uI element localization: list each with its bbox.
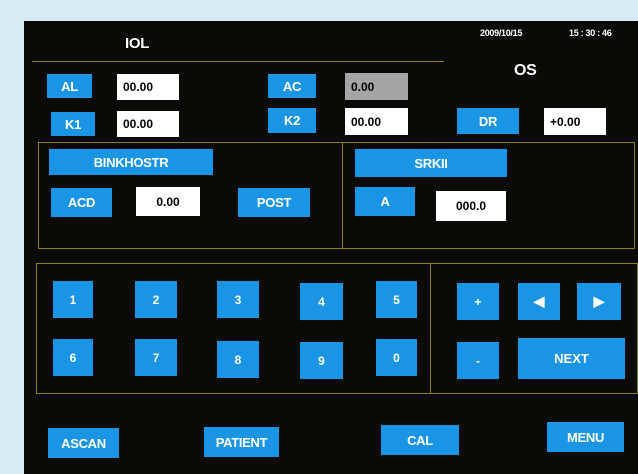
key-8[interactable]: 8: [217, 341, 259, 378]
ascan-button[interactable]: ASCAN: [48, 428, 119, 458]
ac-button[interactable]: AC: [268, 74, 316, 98]
formula-left-button[interactable]: BINKHOSTR: [49, 149, 213, 175]
k1-button[interactable]: K1: [51, 112, 95, 136]
al-field[interactable]: 00.00: [117, 74, 179, 100]
key-5[interactable]: 5: [376, 281, 417, 318]
plus-button[interactable]: +: [457, 283, 499, 320]
acd-field[interactable]: 0.00: [136, 187, 200, 216]
a-button[interactable]: A: [355, 187, 415, 216]
dr-button[interactable]: DR: [457, 108, 519, 134]
k2-button[interactable]: K2: [268, 108, 316, 133]
iol-screen: IOL 2009/10/15 15 : 30 : 46 OS AL 00.00 …: [24, 21, 638, 474]
cal-button[interactable]: CAL: [381, 425, 459, 455]
al-button[interactable]: AL: [47, 74, 92, 98]
key-2[interactable]: 2: [135, 281, 177, 318]
ac-field: 0.00: [345, 73, 408, 100]
time-readout: 15 : 30 : 46: [569, 28, 612, 38]
date-readout: 2009/10/15: [480, 28, 523, 38]
menu-button[interactable]: MENU: [547, 422, 624, 452]
key-6[interactable]: 6: [53, 339, 93, 376]
dr-field[interactable]: +0.00: [544, 108, 606, 135]
k2-field[interactable]: 00.00: [345, 108, 408, 135]
k1-field[interactable]: 00.00: [117, 111, 179, 137]
key-0[interactable]: 0: [376, 339, 417, 376]
patient-button[interactable]: PATIENT: [204, 427, 279, 457]
a-field[interactable]: 000.0: [436, 191, 506, 221]
next-button[interactable]: NEXT: [518, 338, 625, 379]
key-4[interactable]: 4: [300, 283, 343, 320]
formula-right-button[interactable]: SRKII: [355, 149, 507, 177]
keypad-divider: [430, 264, 431, 393]
post-button[interactable]: POST: [238, 188, 310, 217]
right-arrow-icon[interactable]: ▶: [577, 283, 621, 320]
key-9[interactable]: 9: [300, 342, 343, 379]
key-7[interactable]: 7: [135, 339, 177, 376]
key-1[interactable]: 1: [53, 281, 93, 318]
minus-button[interactable]: -: [457, 342, 499, 379]
acd-button[interactable]: ACD: [51, 188, 112, 217]
formula-divider: [342, 143, 343, 248]
eye-label: OS: [514, 62, 537, 79]
key-3[interactable]: 3: [217, 281, 259, 318]
header-underline: [32, 61, 444, 62]
left-arrow-icon[interactable]: ◀: [518, 283, 560, 320]
page-title: IOL: [125, 35, 150, 52]
